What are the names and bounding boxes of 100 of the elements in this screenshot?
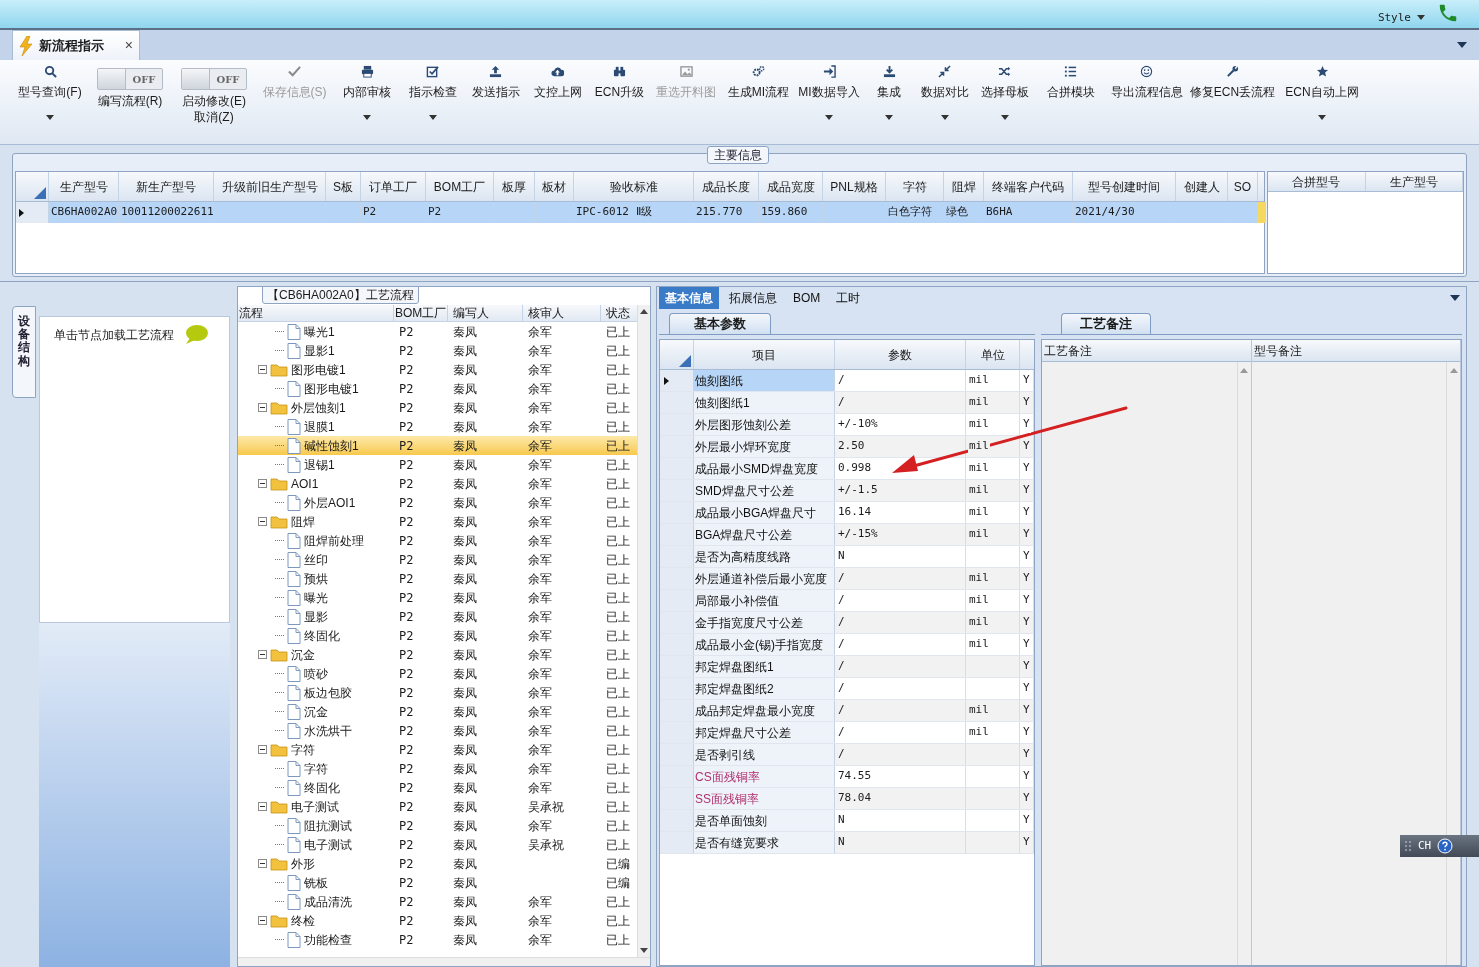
table-cell[interactable]: 邦定焊盘图纸2: [694, 678, 835, 699]
column-header[interactable]: 板材: [535, 172, 574, 201]
toggle-switch[interactable]: OFF: [97, 68, 163, 90]
column-header[interactable]: 验收标准: [574, 172, 694, 201]
column-header[interactable]: 板厚: [494, 172, 535, 201]
table-cell[interactable]: 是否单面蚀刻: [694, 810, 835, 831]
collapse-icon[interactable]: [258, 517, 267, 526]
dropdown-icon[interactable]: [1457, 42, 1467, 48]
column-header[interactable]: 项目: [694, 340, 835, 369]
document-tab[interactable]: 新流程指示 ×: [12, 30, 140, 60]
table-cell[interactable]: 外层图形蚀刻公差: [694, 414, 835, 435]
toggle-switch[interactable]: OFF: [181, 68, 247, 90]
tree-row[interactable]: 功能检查 P2 秦凤 余军 已上: [238, 930, 637, 949]
collapse-icon[interactable]: [258, 802, 267, 811]
row-header-cell[interactable]: [660, 480, 694, 501]
column-header[interactable]: 生产型号: [49, 172, 119, 201]
scrollbar[interactable]: [1236, 362, 1251, 965]
tree-row[interactable]: 沉金 P2 秦凤 余军 已上: [238, 702, 637, 721]
column-header[interactable]: 字符: [886, 172, 944, 201]
row-header-cell[interactable]: [660, 788, 694, 809]
column-header[interactable]: 阻焊: [944, 172, 984, 201]
scroll-up-icon[interactable]: [640, 309, 648, 314]
column-header[interactable]: 订单工厂: [361, 172, 426, 201]
style-menu[interactable]: Style: [1377, 9, 1411, 26]
tree-row[interactable]: 字符 P2 秦凤 余军 已上: [238, 759, 637, 778]
column-header[interactable]: 成品宽度: [759, 172, 823, 201]
table-cell[interactable]: 邦定焊盘尺寸公差: [694, 722, 835, 743]
tree-row[interactable]: 成品清洗 P2 秦凤 余军 已上: [238, 892, 637, 911]
table-cell[interactable]: 是否剥引线: [694, 744, 835, 765]
column-header[interactable]: 编写人: [448, 305, 523, 321]
column-header[interactable]: 创建人: [1176, 172, 1228, 201]
tree-row[interactable]: 外形 P2 秦凤 已编: [238, 854, 637, 873]
column-header[interactable]: SO: [1228, 172, 1258, 201]
tree-row[interactable]: 外层蚀刻1 P2 秦凤 余军 已上: [238, 398, 637, 417]
row-header-cell[interactable]: [660, 700, 694, 721]
column-header[interactable]: S板: [326, 172, 361, 201]
row-header-cell[interactable]: [660, 414, 694, 435]
detail-tab[interactable]: 工时: [830, 287, 867, 309]
row-header-cell[interactable]: [660, 436, 694, 457]
tree-row[interactable]: 铣板 P2 秦凤 已编: [238, 873, 637, 892]
collapse-icon[interactable]: [258, 403, 267, 412]
detail-tab[interactable]: 基本信息: [659, 287, 719, 309]
collapse-icon[interactable]: [258, 745, 267, 754]
column-header[interactable]: PNL规格: [823, 172, 886, 201]
detail-tab[interactable]: BOM: [787, 287, 827, 309]
table-cell[interactable]: 外层通道补偿后最小宽度: [694, 568, 835, 589]
toolbar-button[interactable]: 集成: [862, 60, 916, 144]
toolbar-button[interactable]: ECN升级: [588, 60, 651, 144]
table-cell[interactable]: 蚀刻图纸1: [694, 392, 835, 413]
collapse-icon[interactable]: [258, 650, 267, 659]
tree-row[interactable]: 阻抗测试 P2 秦凤 余军 已上: [238, 816, 637, 835]
tree-row[interactable]: 曝光 P2 秦凤 余军 已上: [238, 588, 637, 607]
tree-row[interactable]: 电子测试 P2 秦凤 吴承祝 已上: [238, 797, 637, 816]
tree-row[interactable]: 阻焊 P2 秦凤 余军 已上: [238, 512, 637, 531]
panel-tab[interactable]: 工艺备注: [1061, 313, 1151, 334]
collapse-icon[interactable]: [258, 916, 267, 925]
tree-row[interactable]: 曝光1 P2 秦凤 余军 已上: [238, 322, 637, 341]
row-header-cell[interactable]: [660, 392, 694, 413]
column-header[interactable]: 升级前旧生产型号: [214, 172, 326, 201]
table-cell[interactable]: 金手指宽度尺寸公差: [694, 612, 835, 633]
panel-tab[interactable]: 基本参数: [669, 313, 771, 334]
row-header-cell[interactable]: [660, 766, 694, 787]
tree-row[interactable]: 终固化 P2 秦凤 余军 已上: [238, 626, 637, 645]
table-cell[interactable]: 成品最小SMD焊盘宽度: [694, 458, 835, 479]
tree-row[interactable]: 终固化 P2 秦凤 余军 已上: [238, 778, 637, 797]
row-header-cell[interactable]: [16, 202, 49, 223]
row-header-cell[interactable]: [660, 634, 694, 655]
table-cell[interactable]: 成品最小BGA焊盘尺寸: [694, 502, 835, 523]
column-header[interactable]: 新生产型号: [119, 172, 214, 201]
toolbar-button[interactable]: 指示检查: [401, 60, 464, 144]
tree-row[interactable]: 喷砂 P2 秦凤 余军 已上: [238, 664, 637, 683]
toolbar-button[interactable]: 内部审核: [333, 60, 401, 144]
table-cell[interactable]: 邦定焊盘图纸1: [694, 656, 835, 677]
corner-icon[interactable]: [34, 187, 46, 199]
tree-row[interactable]: 碱性蚀刻1 P2 秦凤 余军 已上: [238, 436, 637, 455]
table-cell[interactable]: 成品邦定焊盘最小宽度: [694, 700, 835, 721]
table-cell[interactable]: CS面残铜率: [694, 766, 835, 787]
collapse-icon[interactable]: [258, 479, 267, 488]
column-header[interactable]: BOM工厂: [394, 305, 448, 321]
tree-row[interactable]: 退膜1 P2 秦凤 余军 已上: [238, 417, 637, 436]
table-cell[interactable]: SMD焊盘尺寸公差: [694, 480, 835, 501]
column-header[interactable]: 型号备注: [1251, 340, 1460, 362]
tree-row[interactable]: 水洗烘干 P2 秦凤 余军 已上: [238, 721, 637, 740]
table-cell[interactable]: BGA焊盘尺寸公差: [694, 524, 835, 545]
table-cell[interactable]: 局部最小补偿值: [694, 590, 835, 611]
tree-row[interactable]: 预烘 P2 秦凤 余军 已上: [238, 569, 637, 588]
row-header-cell[interactable]: [660, 678, 694, 699]
row-header-cell[interactable]: [660, 370, 694, 391]
tree-row[interactable]: 显影 P2 秦凤 余军 已上: [238, 607, 637, 626]
row-header-cell[interactable]: [660, 568, 694, 589]
language-bar[interactable]: CH: [1400, 835, 1479, 857]
tree-row[interactable]: 电子测试 P2 秦凤 吴承祝 已上: [238, 835, 637, 854]
toolbar-button[interactable]: MI数据导入: [796, 60, 862, 144]
column-header[interactable]: 流程: [238, 305, 394, 321]
row-header-cell[interactable]: [660, 458, 694, 479]
column-header[interactable]: 成品长度: [694, 172, 759, 201]
row-header-cell[interactable]: [660, 502, 694, 523]
toolbar-button[interactable]: 选择母板: [973, 60, 1036, 144]
column-header[interactable]: 生产型号: [1365, 172, 1463, 191]
row-header-cell[interactable]: [660, 832, 694, 853]
